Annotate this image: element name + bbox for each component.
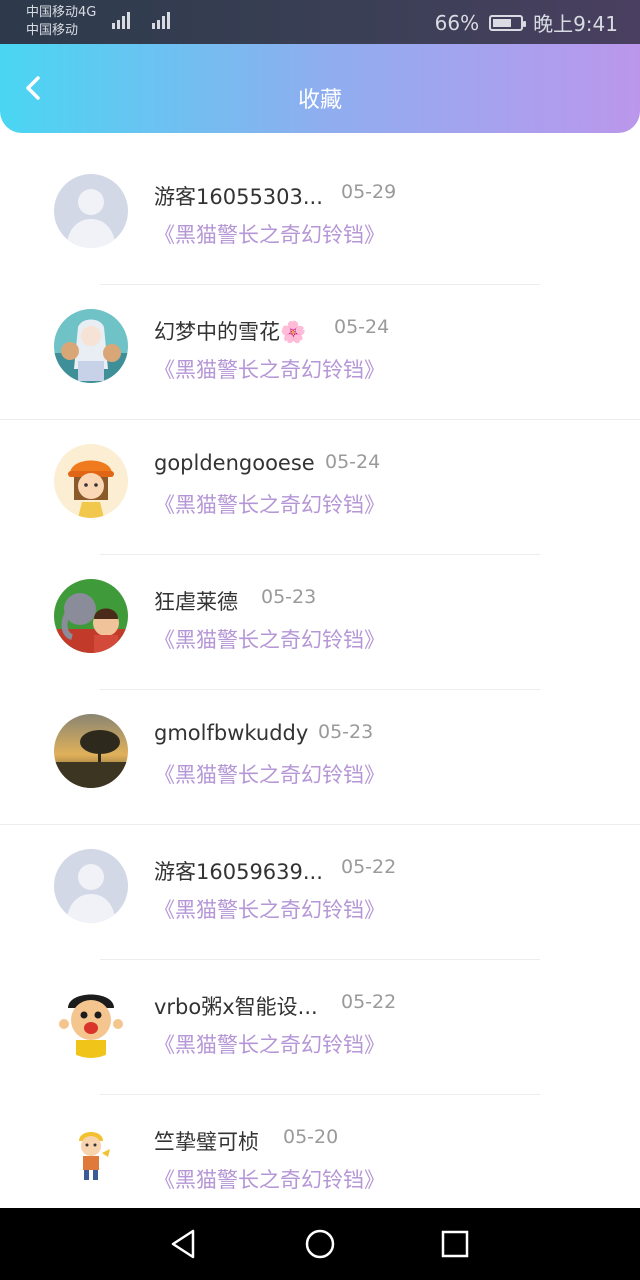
user-name: 幻梦中的雪花🌸: [154, 320, 307, 344]
carrier-info: 中国移动4G 中国移动: [26, 4, 96, 40]
header-bar: 收藏: [0, 44, 640, 133]
sunset-tree-avatar[interactable]: [54, 714, 128, 788]
favorites-list: 游客16055303... 05-29 《黑猫警长之奇幻铃铛》 幻梦中的雪花🌸 …: [0, 150, 640, 1230]
favorite-date: 05-23: [318, 721, 374, 743]
battery-percent: 66%: [434, 10, 480, 35]
list-item[interactable]: gmolfbwkuddy 05-23 《黑猫警长之奇幻铃铛》: [0, 690, 640, 825]
list-item[interactable]: 幻梦中的雪花🌸 05-24 《黑猫警长之奇幻铃铛》: [0, 285, 640, 420]
recents-square-icon[interactable]: [437, 1226, 473, 1262]
cartoon-elephant-avatar[interactable]: [54, 579, 128, 653]
favorite-date: 05-22: [341, 991, 397, 1013]
user-name: 游客16059639...: [154, 860, 323, 884]
work-title[interactable]: 《黑猫警长之奇幻铃铛》: [154, 894, 385, 924]
cartoon-boy-avatar[interactable]: [54, 984, 128, 1058]
favorite-date: 05-22: [341, 856, 397, 878]
back-triangle-icon[interactable]: [166, 1226, 202, 1262]
anime-girl-avatar[interactable]: [54, 309, 128, 383]
work-title[interactable]: 《黑猫警长之奇幻铃铛》: [154, 354, 385, 384]
work-title[interactable]: 《黑猫警长之奇幻铃铛》: [154, 759, 385, 789]
list-item[interactable]: 游客16055303... 05-29 《黑猫警长之奇幻铃铛》: [0, 150, 640, 285]
user-name: 竺挚璧可桢: [154, 1130, 259, 1154]
user-name: gmolfbwkuddy: [154, 721, 309, 745]
favorite-date: 05-20: [283, 1126, 339, 1148]
list-item[interactable]: vrbo粥x智能设... 05-22 《黑猫警长之奇幻铃铛》: [0, 960, 640, 1095]
work-title[interactable]: 《黑猫警长之奇幻铃铛》: [154, 489, 385, 519]
signal-icon: [112, 12, 130, 29]
list-item[interactable]: 游客16059639... 05-22 《黑猫警长之奇幻铃铛》: [0, 825, 640, 960]
clock: 晚上9:41: [533, 12, 618, 36]
signal-icon-2: [152, 12, 170, 29]
list-item[interactable]: gopldengooese 05-24 《黑猫警长之奇幻铃铛》: [0, 420, 640, 555]
favorite-date: 05-29: [341, 181, 397, 203]
cartoon-girl-hat-avatar[interactable]: [54, 444, 128, 518]
user-name: vrbo粥x智能设...: [154, 995, 318, 1019]
work-title[interactable]: 《黑猫警长之奇幻铃铛》: [154, 219, 385, 249]
user-name: 游客16055303...: [154, 185, 323, 209]
cartoon-kid-avatar[interactable]: [54, 1119, 128, 1193]
work-title[interactable]: 《黑猫警长之奇幻铃铛》: [154, 1164, 385, 1194]
favorite-date: 05-24: [325, 451, 381, 473]
page-title: 收藏: [297, 88, 342, 113]
work-title[interactable]: 《黑猫警长之奇幻铃铛》: [154, 624, 385, 654]
status-bar: 中国移动4G 中国移动 66% 晚上9:41: [0, 0, 640, 44]
favorite-date: 05-23: [261, 586, 317, 608]
favorite-date: 05-24: [334, 316, 390, 338]
default-avatar[interactable]: [54, 174, 128, 248]
carrier-2: 中国移动: [26, 23, 79, 38]
carrier-1: 中国移动: [26, 5, 79, 20]
work-title[interactable]: 《黑猫警长之奇幻铃铛》: [154, 1029, 385, 1059]
battery-icon: [489, 14, 527, 31]
default-avatar[interactable]: [54, 849, 128, 923]
list-item[interactable]: 狂虐莱德 05-23 《黑猫警长之奇幻铃铛》: [0, 555, 640, 690]
user-name: 狂虐莱德: [154, 590, 238, 614]
status-right: 66% 晚上9:41: [435, 8, 618, 37]
system-nav-bar: [0, 1208, 640, 1280]
user-name: gopldengooese: [154, 451, 315, 475]
home-circle-icon[interactable]: [302, 1226, 338, 1262]
